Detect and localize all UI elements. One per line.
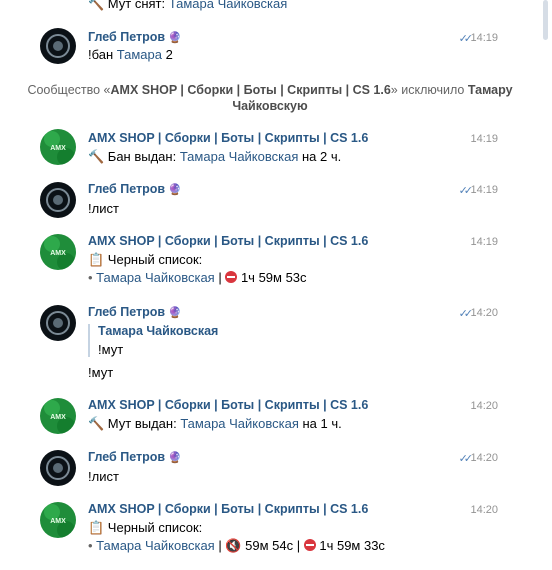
message-time: 14:20: [470, 452, 498, 464]
avatar-gleb[interactable]: [40, 450, 76, 486]
author-name[interactable]: Глеб Петров 🔮: [88, 450, 182, 464]
unmute-notice: 🔨 Мут снят:: [88, 0, 169, 11]
user-link[interactable]: Тамара Чайковская: [96, 270, 215, 285]
read-checks-icon: ✓✓: [458, 308, 474, 320]
svg-text:AMX: AMX: [50, 145, 66, 152]
message-time: 14:19: [470, 133, 498, 145]
avatar-gleb[interactable]: [40, 182, 76, 218]
mute-duration: 59м 54с: [241, 538, 294, 553]
message-time: 14:19: [470, 184, 498, 196]
partial-message-text: 🔨 Мут снят: Тамара Чайковская: [88, 0, 287, 12]
quote-text: !мут: [98, 342, 124, 357]
author-name[interactable]: AMX SHOP | Сборки | Боты | Скрипты | CS …: [88, 131, 368, 145]
crystal-ball-icon: 🔮: [168, 184, 182, 196]
avatar-gleb[interactable]: [40, 28, 76, 64]
message-time: 14:20: [470, 307, 498, 319]
avatar-amx-shop[interactable]: AMX: [40, 234, 76, 270]
avatar-amx-shop[interactable]: AMX: [40, 398, 76, 434]
community-link[interactable]: AMX SHOP | Сборки | Боты | Скрипты | CS …: [111, 83, 391, 97]
svg-text:AMX: AMX: [50, 518, 66, 525]
message-text: !лист: [88, 201, 119, 216]
ban-duration: 1ч 59м 33с: [315, 538, 385, 553]
crystal-ball-icon: 🔮: [168, 452, 182, 464]
read-checks-icon: ✓✓: [458, 185, 474, 197]
ban-icon: [225, 271, 238, 283]
user-link[interactable]: Тамара Чайковская: [180, 416, 299, 431]
user-link[interactable]: Тамара: [117, 47, 162, 62]
message-text: !мут: [88, 365, 114, 380]
message-text: !бан Тамара 2: [88, 47, 173, 62]
message-text: !лист: [88, 469, 119, 484]
author-name[interactable]: AMX SHOP | Сборки | Боты | Скрипты | CS …: [88, 502, 368, 516]
blacklist-entry: • Тамара Чайковская | 🔇 59м 54с | 1ч 59м…: [88, 538, 385, 553]
quote-author: Тамара Чайковская: [98, 324, 219, 338]
author-name[interactable]: Глеб Петров 🔮: [88, 305, 182, 319]
quoted-message[interactable]: Тамара Чайковская !мут: [88, 324, 218, 357]
author-name[interactable]: AMX SHOP | Сборки | Боты | Скрипты | CS …: [88, 234, 368, 248]
message-text: 🔨 Мут выдан: Тамара Чайковская на 1 ч.: [88, 416, 342, 431]
avatar-gleb[interactable]: [40, 305, 76, 341]
avatar-amx-shop[interactable]: AMX: [40, 129, 76, 165]
avatar-amx-shop[interactable]: AMX: [40, 502, 76, 538]
ban-duration: 1ч 59м 53с: [237, 270, 307, 285]
author-name[interactable]: AMX SHOP | Сборки | Боты | Скрипты | CS …: [88, 398, 368, 412]
mute-icon: 🔇: [225, 538, 242, 553]
crystal-ball-icon: 🔮: [168, 32, 182, 44]
user-link[interactable]: Тамара Чайковская: [180, 149, 299, 164]
chat-history[interactable]: 🔨 Мут снят: Тамара Чайковская Глеб Петро…: [0, 0, 540, 570]
message-time: 14:19: [470, 32, 498, 44]
blacklist-header: 📋 Черный список:: [88, 520, 203, 535]
svg-text:AMX: AMX: [50, 250, 66, 257]
scrollbar-thumb[interactable]: [543, 0, 548, 40]
message-time: 14:19: [470, 236, 498, 248]
system-message: Сообщество «AMX SHOP | Сборки | Боты | С…: [27, 83, 513, 113]
svg-text:AMX: AMX: [50, 414, 66, 421]
blacklist-header: 📋 Черный список:: [88, 252, 203, 267]
message-time: 14:20: [470, 504, 498, 516]
ban-icon: [303, 539, 316, 551]
message-text: 🔨 Бан выдан: Тамара Чайковская на 2 ч.: [88, 149, 342, 164]
blacklist-entry: • Тамара Чайковская | 1ч 59м 53с: [88, 270, 307, 285]
user-link[interactable]: Тамара Чайковская: [96, 538, 215, 553]
read-checks-icon: ✓✓: [458, 453, 474, 465]
message-time: 14:20: [470, 400, 498, 412]
author-name[interactable]: Глеб Петров 🔮: [88, 30, 182, 44]
author-name[interactable]: Глеб Петров 🔮: [88, 182, 182, 196]
user-link[interactable]: Тамара Чайковская: [169, 0, 288, 11]
crystal-ball-icon: 🔮: [168, 307, 182, 319]
read-checks-icon: ✓✓: [458, 33, 474, 45]
